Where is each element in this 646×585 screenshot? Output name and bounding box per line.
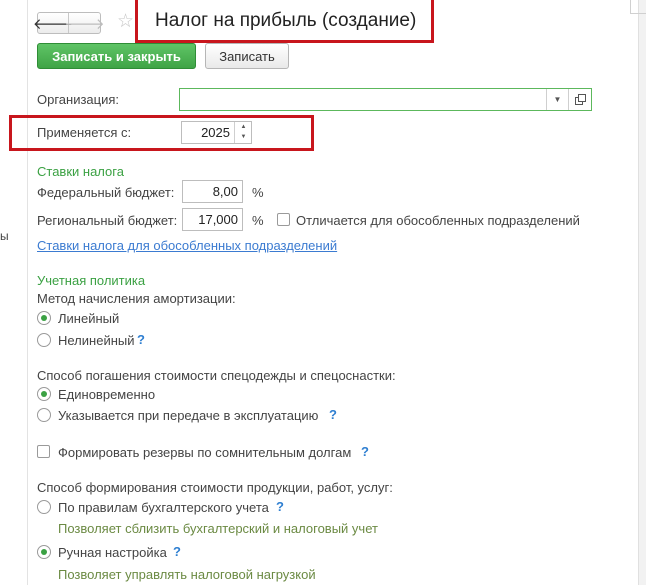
depreciation-nonlinear-label: Нелинейный	[58, 333, 135, 348]
help-question-icon[interactable]: ?	[361, 444, 369, 459]
forward-button[interactable]: 🡒	[64, 13, 104, 33]
depreciation-linear-radio[interactable]	[37, 311, 51, 325]
federal-percent-sign: %	[252, 185, 264, 200]
year-spinner: ▲ ▼	[234, 122, 251, 143]
title-highlight-box: Налог на прибыль (создание)	[135, 0, 434, 43]
help-question-icon[interactable]: ?	[173, 544, 181, 559]
organization-open-button[interactable]	[568, 89, 591, 110]
year-input[interactable]: 2025 ▲ ▼	[181, 121, 252, 144]
cost-manual-setup-label: Ручная настройка	[58, 545, 167, 560]
doubtful-debts-reserve-checkbox[interactable]	[37, 445, 50, 458]
open-window-icon	[574, 94, 586, 105]
left-panel-text-fragment: ы	[0, 229, 9, 243]
depreciation-linear-label: Линейный	[58, 311, 120, 326]
applies-from-label: Применяется с:	[37, 125, 132, 140]
spin-up-button[interactable]: ▲	[235, 122, 252, 132]
workwear-on-transfer-radio[interactable]	[37, 408, 51, 422]
cost-manual-setup-hint: Позволяет управлять налоговой нагрузкой	[58, 567, 316, 582]
page-title: Налог на прибыль (создание)	[155, 10, 417, 31]
cost-by-accounting-rules-radio[interactable]	[37, 500, 51, 514]
help-question-icon[interactable]: ?	[329, 407, 337, 422]
workwear-method-label: Способ погашения стоимости спецодежды и …	[37, 368, 396, 383]
tax-rates-section-title: Ставки налога	[37, 164, 124, 179]
cost-manual-setup-radio[interactable]	[37, 545, 51, 559]
left-panel-edge: ы	[0, 0, 28, 585]
regional-rate-input[interactable]: 17,000	[182, 208, 243, 231]
federal-budget-label: Федеральный бюджет:	[37, 185, 175, 200]
chevron-up-icon: ▲	[240, 124, 247, 130]
separate-divisions-label: Отличается для обособленных подразделени…	[296, 213, 580, 228]
chevron-down-icon: ▼	[240, 134, 247, 140]
workwear-on-transfer-label: Указывается при передаче в эксплуатацию	[58, 408, 319, 423]
workwear-once-label: Единовременно	[58, 387, 156, 402]
separate-divisions-rates-link[interactable]: Ставки налога для обособленных подраздел…	[37, 238, 337, 253]
depreciation-nonlinear-radio[interactable]	[37, 333, 51, 347]
help-question-icon[interactable]: ?	[137, 332, 145, 347]
federal-rate-input[interactable]: 8,00	[182, 180, 243, 203]
separate-divisions-checkbox[interactable]	[277, 213, 290, 226]
spin-down-button[interactable]: ▼	[235, 132, 252, 142]
save-and-close-button[interactable]: Записать и закрыть	[37, 43, 196, 69]
organization-dropdown-button[interactable]: ▼	[546, 89, 568, 110]
help-question-icon[interactable]: ?	[276, 499, 284, 514]
save-button[interactable]: Записать	[205, 43, 289, 69]
cost-by-accounting-rules-hint: Позволяет сблизить бухгалтерский и налог…	[58, 521, 378, 536]
right-scroll-edge[interactable]	[638, 0, 646, 585]
workwear-once-radio[interactable]	[37, 387, 51, 401]
regional-percent-sign: %	[252, 213, 264, 228]
star-icon[interactable]: ☆	[117, 10, 134, 33]
year-value: 2025	[201, 125, 230, 140]
depreciation-method-label: Метод начисления амортизации:	[37, 291, 236, 306]
regional-budget-label: Региональный бюджет:	[37, 213, 178, 228]
arrow-right-icon: 🡒	[64, 15, 105, 33]
cost-by-accounting-rules-label: По правилам бухгалтерского учета	[58, 500, 269, 515]
organization-label: Организация:	[37, 92, 120, 107]
window-corner	[630, 0, 646, 14]
doubtful-debts-reserve-label: Формировать резервы по сомнительным долг…	[58, 445, 352, 460]
cost-formation-method-label: Способ формирования стоимости продукции,…	[37, 480, 393, 495]
organization-field[interactable]: ▼	[179, 88, 592, 111]
chevron-down-icon: ▼	[553, 95, 562, 104]
nav-buttons: 🡐 🡒	[33, 12, 105, 34]
accounting-policy-section-title: Учетная политика	[37, 273, 146, 288]
